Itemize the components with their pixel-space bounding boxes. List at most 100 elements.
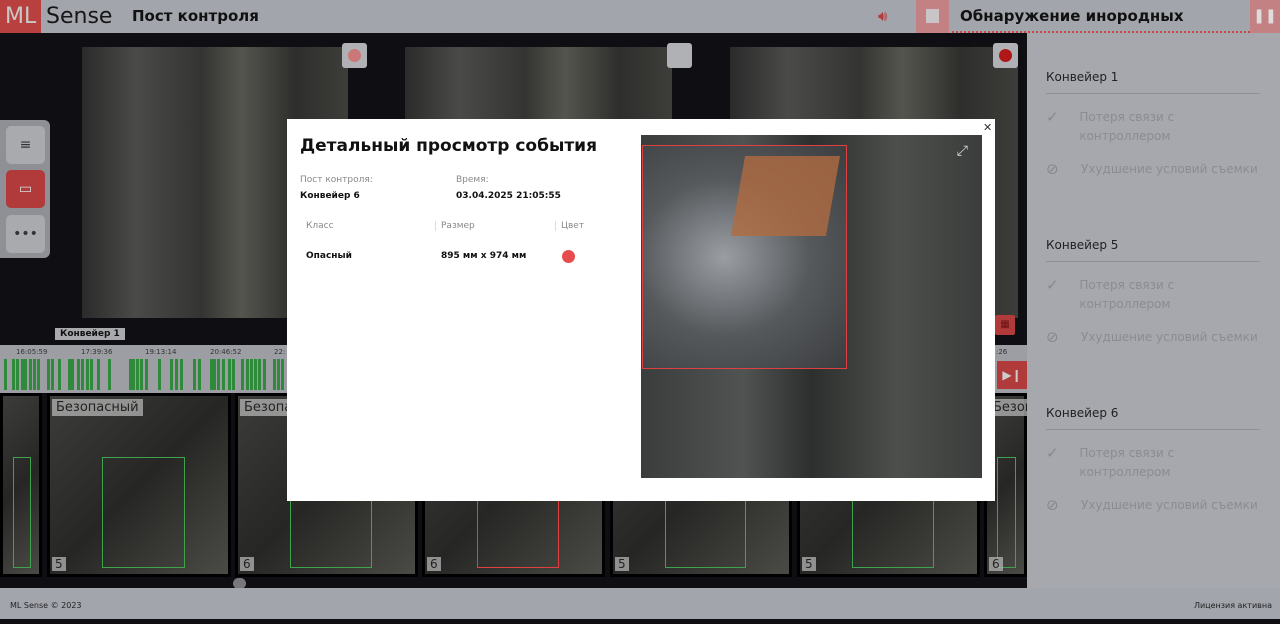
alert-item[interactable]: ⊘ Ухудшение условий съемки (1046, 160, 1260, 179)
timeline-event[interactable] (246, 359, 249, 390)
timeline-event[interactable] (90, 359, 93, 390)
camera-off-icon: ⊘ (1046, 328, 1059, 346)
expand-icon[interactable]: ⤢ (957, 143, 968, 159)
event-detail-modal: ✕ Детальный просмотр события Пост контро… (287, 119, 995, 501)
timeline-event[interactable] (217, 359, 220, 390)
event-thumbnail[interactable]: Безопасный 5 (47, 393, 231, 577)
thumbnail-conveyor: 5 (52, 557, 66, 571)
logo-ml: ML (0, 0, 41, 33)
column-header: Размер (435, 221, 475, 231)
timeline-event[interactable] (250, 359, 253, 390)
timeline-event[interactable] (170, 359, 173, 390)
timeline-event[interactable] (213, 359, 216, 390)
skip-end-button[interactable]: ▶❙ (997, 361, 1027, 389)
timeline-event[interactable] (132, 359, 135, 390)
timeline-event[interactable] (47, 359, 50, 390)
pause-button[interactable]: ❚❚ (1250, 0, 1280, 33)
section-title: Конвейер 6 (1046, 406, 1260, 430)
control-panel: ≡ ▭ ••• (0, 120, 50, 258)
timeline-event[interactable] (198, 359, 201, 390)
column-header: Цвет (555, 221, 584, 231)
alert-item[interactable]: ✓ Потеря связи с контроллером (1046, 444, 1260, 482)
record-icon (348, 49, 361, 62)
thumbnail-conveyor: 5 (615, 557, 629, 571)
timeline-event[interactable] (29, 359, 32, 390)
alert-label: Ухудшение условий съемки (1081, 498, 1258, 512)
timeline-event[interactable] (16, 359, 19, 390)
timeline-event[interactable] (37, 359, 40, 390)
alert-item[interactable]: ✓ Потеря связи с контроллером (1046, 276, 1260, 314)
timeline-event[interactable] (228, 359, 231, 390)
stop-button[interactable] (916, 0, 949, 33)
thumbnail-conveyor: 6 (240, 557, 254, 571)
camera-button[interactable]: ▭ (6, 170, 45, 208)
class-value: Опасный (306, 251, 352, 261)
event-thumbnail[interactable] (0, 393, 42, 577)
timeline-event[interactable] (277, 359, 280, 390)
stop-camera-button[interactable] (667, 43, 692, 68)
time-label: Время: (456, 175, 489, 185)
camera-off-icon: ⊘ (1046, 160, 1059, 178)
timeline-event[interactable] (232, 359, 235, 390)
timeline-event[interactable] (4, 359, 7, 390)
sidebar-section: Конвейер 6 ✓ Потеря связи с контроллером … (1046, 406, 1260, 515)
column-header: Класс (306, 221, 334, 231)
section-title: Конвейер 5 (1046, 238, 1260, 262)
timeline-event[interactable] (258, 359, 261, 390)
record-button[interactable] (993, 43, 1018, 68)
more-button[interactable]: ••• (6, 215, 45, 253)
timeline-event[interactable] (241, 359, 244, 390)
alert-item[interactable]: ⊘ Ухудшение условий съемки (1046, 328, 1260, 347)
thumbnail-conveyor: 6 (427, 557, 441, 571)
time-value: 03.04.2025 21:05:55 (456, 191, 561, 201)
footer: ML Sense © 2023 Лицензия активна (0, 588, 1280, 619)
section-title: Конвейер 1 (1046, 70, 1260, 94)
speaker-icon[interactable]: 🔊︎ (878, 7, 887, 25)
check-circle-icon: ✓ (1046, 276, 1059, 294)
timeline-event[interactable] (51, 359, 54, 390)
timeline-event[interactable] (33, 359, 36, 390)
timeline-event[interactable] (254, 359, 257, 390)
timeline-tick: 16:05:59 (16, 348, 48, 356)
post-label: Пост контроля: (300, 175, 373, 185)
timeline-event[interactable] (86, 359, 89, 390)
timeline-event[interactable] (273, 359, 276, 390)
timeline-event[interactable] (263, 359, 266, 390)
alert-label: Ухудшение условий съемки (1081, 330, 1258, 344)
timeline-event[interactable] (193, 359, 196, 390)
thumbnail-bbox (102, 457, 185, 568)
check-circle-icon: ✓ (1046, 444, 1059, 462)
timeline-event[interactable] (175, 359, 178, 390)
size-value: 895 мм x 974 мм (441, 251, 527, 261)
grid-button[interactable]: ▦ (995, 315, 1015, 335)
timeline-event[interactable] (108, 359, 111, 390)
timeline-event[interactable] (71, 359, 74, 390)
event-image: ⤢ (641, 135, 982, 478)
timeline-event[interactable] (281, 359, 284, 390)
record-button[interactable] (342, 43, 367, 68)
timeline-event[interactable] (140, 359, 143, 390)
timeline-event[interactable] (81, 359, 84, 390)
conveyor-label: Конвейер 1 (55, 328, 125, 340)
timeline-event[interactable] (97, 359, 100, 390)
thumbnail-conveyor: 5 (802, 557, 816, 571)
close-icon[interactable]: ✕ (983, 121, 992, 134)
header: ML Sense Пост контроля 🔊︎ Обнаружение ин… (0, 0, 1280, 58)
timeline-event[interactable] (24, 359, 27, 390)
color-indicator (562, 250, 575, 263)
timeline-event[interactable] (222, 359, 225, 390)
menu-button[interactable]: ≡ (6, 126, 45, 164)
timeline-event[interactable] (136, 359, 139, 390)
timeline-event[interactable] (77, 359, 80, 390)
thumbnail-bbox (12, 457, 32, 568)
timeline-event[interactable] (180, 359, 183, 390)
timeline-event[interactable] (58, 359, 61, 390)
timeline-tick: 17:39:36 (81, 348, 113, 356)
timeline-tick: :26 (996, 348, 1008, 356)
alert-item[interactable]: ⊘ Ухудшение условий съемки (1046, 496, 1260, 515)
timeline-event[interactable] (12, 359, 15, 390)
timeline-event[interactable] (145, 359, 148, 390)
thumbnail-class: Безопасный (52, 399, 143, 416)
alert-item[interactable]: ✓ Потеря связи с контроллером (1046, 108, 1260, 146)
timeline-event[interactable] (158, 359, 161, 390)
